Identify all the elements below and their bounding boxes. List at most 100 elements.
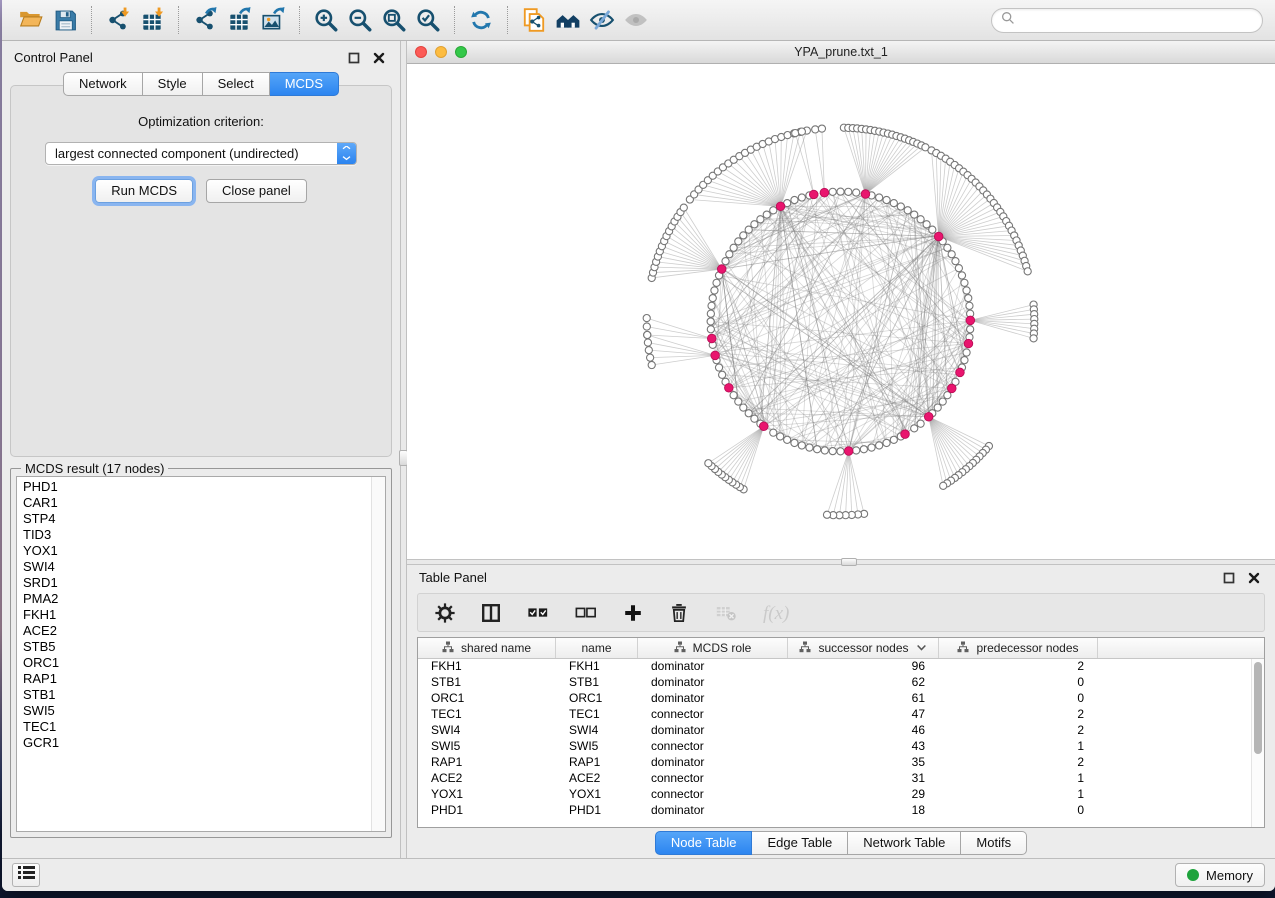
- column-header-shared-name[interactable]: shared name: [418, 638, 556, 658]
- tab-select[interactable]: Select: [203, 72, 270, 96]
- tab-network-table[interactable]: Network Table: [848, 831, 961, 855]
- toolbar-separator: [454, 6, 455, 34]
- mcds-result-item[interactable]: SRD1: [23, 575, 371, 591]
- mcds-result-item[interactable]: FKH1: [23, 607, 371, 623]
- mcds-result-item[interactable]: SWI4: [23, 559, 371, 575]
- mcds-result-list: PHD1CAR1STP4TID3YOX1SWI4SRD1PMA2FKH1ACE2…: [17, 477, 371, 831]
- splitter-handle[interactable]: [841, 558, 857, 566]
- app-window: Control Panel NetworkStyleSelectMCDS Opt…: [2, 0, 1275, 891]
- mcds-result-item[interactable]: PMA2: [23, 591, 371, 607]
- tab-mcds[interactable]: MCDS: [270, 72, 339, 96]
- add-row-icon[interactable]: [622, 602, 644, 624]
- save-session-icon[interactable]: [48, 4, 82, 36]
- zoom-fit-icon[interactable]: [377, 4, 411, 36]
- tab-node-table[interactable]: Node Table: [655, 831, 753, 855]
- zoom-selected-icon[interactable]: [411, 4, 445, 36]
- table-row[interactable]: TEC1TEC1connector472: [418, 707, 1264, 723]
- table-cell: 0: [939, 675, 1098, 691]
- network-window-titlebar: YPA_prune.txt_1: [407, 41, 1275, 64]
- table-row[interactable]: RAP1RAP1dominator352: [418, 755, 1264, 771]
- import-table-icon[interactable]: [135, 4, 169, 36]
- table-panel-title: Table Panel: [419, 570, 487, 585]
- network-overview-icon[interactable]: [551, 4, 585, 36]
- function-builder-icon: f(x): [762, 601, 796, 625]
- scrollbar-thumb[interactable]: [1254, 662, 1262, 754]
- mcds-result-item[interactable]: RAP1: [23, 671, 371, 687]
- table-cell: 2: [939, 755, 1098, 771]
- hide-selected-icon[interactable]: [585, 4, 619, 36]
- mcds-result-item[interactable]: PHD1: [23, 479, 371, 495]
- memory-button[interactable]: Memory: [1175, 863, 1265, 887]
- run-mcds-button[interactable]: Run MCDS: [95, 179, 193, 203]
- table-row[interactable]: ACE2ACE2connector311: [418, 771, 1264, 787]
- table-row[interactable]: YOX1YOX1connector291: [418, 787, 1264, 803]
- node-table: shared namenameMCDS rolesuccessor nodesp…: [417, 637, 1265, 828]
- network-canvas[interactable]: [407, 64, 1275, 559]
- table-cell: 2: [939, 659, 1098, 675]
- table-row[interactable]: FKH1FKH1dominator962: [418, 659, 1264, 675]
- optimization-criterion-select[interactable]: largest connected component (undirected): [45, 142, 357, 165]
- horizontal-splitter[interactable]: [407, 559, 1275, 565]
- delete-row-icon[interactable]: [668, 602, 690, 624]
- mcds-result-item[interactable]: TEC1: [23, 719, 371, 735]
- search-input[interactable]: [1020, 13, 1253, 27]
- table-cell: SWI4: [418, 723, 556, 739]
- export-table-icon[interactable]: [222, 4, 256, 36]
- table-cell: YOX1: [556, 787, 638, 803]
- mcds-result-scrollbar[interactable]: [371, 477, 385, 831]
- table-row[interactable]: ORC1ORC1dominator610: [418, 691, 1264, 707]
- table-scrollbar[interactable]: [1251, 659, 1264, 827]
- apply-layout-icon[interactable]: [464, 4, 498, 36]
- search-icon: [1001, 11, 1015, 30]
- close-panel-icon[interactable]: [370, 49, 388, 67]
- mcds-result-item[interactable]: STP4: [23, 511, 371, 527]
- tab-network[interactable]: Network: [63, 72, 143, 96]
- table-cell: 62: [788, 675, 939, 691]
- column-header-predecessor-nodes[interactable]: predecessor nodes: [939, 638, 1098, 658]
- show-columns-icon[interactable]: [480, 602, 502, 624]
- mcds-result-item[interactable]: GCR1: [23, 735, 371, 751]
- select-all-icon[interactable]: [526, 602, 550, 624]
- table-cell: ACE2: [556, 771, 638, 787]
- column-header-successor-nodes[interactable]: successor nodes: [788, 638, 939, 658]
- table-row[interactable]: SWI4SWI4dominator462: [418, 723, 1264, 739]
- zoom-in-icon[interactable]: [309, 4, 343, 36]
- table-row[interactable]: SWI5SWI5connector431: [418, 739, 1264, 755]
- mcds-result-item[interactable]: TID3: [23, 527, 371, 543]
- vertical-splitter[interactable]: [400, 41, 407, 858]
- deselect-all-icon[interactable]: [574, 602, 598, 624]
- table-cell: 1: [939, 771, 1098, 787]
- export-network-icon[interactable]: [188, 4, 222, 36]
- mcds-result-item[interactable]: ORC1: [23, 655, 371, 671]
- zoom-out-icon[interactable]: [343, 4, 377, 36]
- open-session-icon[interactable]: [14, 4, 48, 36]
- export-image-icon[interactable]: [256, 4, 290, 36]
- column-header-name[interactable]: name: [556, 638, 638, 658]
- toolbar-separator: [507, 6, 508, 34]
- network-window-title: YPA_prune.txt_1: [407, 45, 1275, 59]
- float-panel-icon[interactable]: [1220, 569, 1238, 587]
- mcds-result-item[interactable]: CAR1: [23, 495, 371, 511]
- close-panel-icon[interactable]: [1245, 569, 1263, 587]
- float-panel-icon[interactable]: [345, 49, 363, 67]
- tab-motifs[interactable]: Motifs: [961, 831, 1027, 855]
- table-row[interactable]: STB1STB1dominator620: [418, 675, 1264, 691]
- task-history-button[interactable]: [12, 863, 40, 887]
- tab-style[interactable]: Style: [143, 72, 203, 96]
- mcds-result-item[interactable]: ACE2: [23, 623, 371, 639]
- table-cell: dominator: [638, 723, 788, 739]
- table-row[interactable]: PHD1PHD1dominator180: [418, 803, 1264, 819]
- search-field[interactable]: [991, 8, 1263, 33]
- mcds-result-item[interactable]: SWI5: [23, 703, 371, 719]
- close-panel-button[interactable]: Close panel: [206, 179, 307, 203]
- mcds-result-item[interactable]: STB5: [23, 639, 371, 655]
- tab-edge-table[interactable]: Edge Table: [752, 831, 848, 855]
- mcds-result-item[interactable]: STB1: [23, 687, 371, 703]
- main-toolbar: [2, 0, 1275, 41]
- column-settings-icon[interactable]: [434, 602, 456, 624]
- new-network-from-selection-icon[interactable]: [517, 4, 551, 36]
- import-network-icon[interactable]: [101, 4, 135, 36]
- mcds-result-item[interactable]: YOX1: [23, 543, 371, 559]
- column-header-MCDS-role[interactable]: MCDS role: [638, 638, 788, 658]
- memory-status-icon: [1187, 869, 1199, 881]
